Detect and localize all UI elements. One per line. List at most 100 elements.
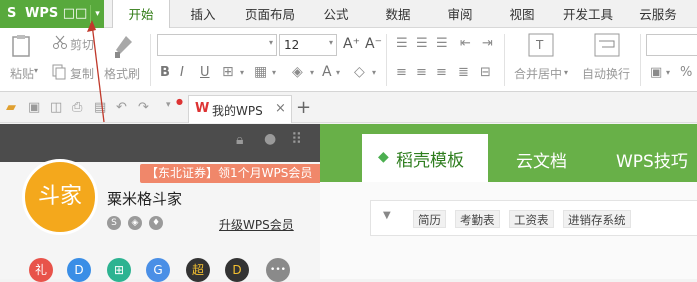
chevron-down-icon[interactable]: ▾ xyxy=(240,68,244,77)
more-icon[interactable]: ••• xyxy=(266,258,290,282)
promo-banner[interactable]: 【东北证券】领1个月WPS会员 xyxy=(140,164,320,183)
tab-formula[interactable]: 公式 xyxy=(314,0,358,28)
chevron-down-icon[interactable]: ▾ xyxy=(166,100,171,110)
gift-icon[interactable]: 礼 xyxy=(29,258,53,282)
chevron-down-icon[interactable]: ▾ xyxy=(272,68,276,77)
save-icon[interactable]: ▣ xyxy=(28,100,40,115)
chevron-down-icon[interactable]: ▾ xyxy=(329,38,333,47)
filter-chip-payroll[interactable]: 工资表 xyxy=(509,210,554,228)
align-right-icon[interactable]: ≡ xyxy=(436,65,447,80)
super-member-icon[interactable]: 超 xyxy=(186,258,210,282)
font-size-dropdown[interactable]: 12 ▾ xyxy=(279,34,337,56)
badge-shield-icon[interactable]: ◈ xyxy=(128,216,142,230)
filter-chip-resume[interactable]: 简历 xyxy=(413,210,446,228)
chevron-down-icon[interactable]: ▾ xyxy=(666,68,670,77)
indent-decrease-icon[interactable]: ⇤ xyxy=(460,36,471,51)
wrap-text-icon[interactable] xyxy=(594,33,620,57)
copy-icon[interactable] xyxy=(52,64,66,80)
align-bottom-icon[interactable]: ☰ xyxy=(436,36,448,51)
chevron-down-icon[interactable]: ▼ xyxy=(383,210,391,221)
wps-w-icon: W xyxy=(195,101,210,116)
tab-data[interactable]: 数据 xyxy=(376,0,420,28)
eraser-icon[interactable]: ◇ xyxy=(354,64,365,80)
tab-my-wps[interactable]: W 我的WPS × xyxy=(188,95,292,123)
paste-label[interactable]: 粘贴 xyxy=(10,65,34,82)
cell-style-icon[interactable]: ▦ xyxy=(254,64,267,80)
merge-center-label[interactable]: 合并居中 xyxy=(514,65,562,82)
tab-cloud-docs[interactable]: 云文档 xyxy=(516,147,567,172)
underline-button[interactable]: U xyxy=(200,65,210,80)
chevron-down-icon[interactable]: ▾ xyxy=(269,38,273,47)
g-app-icon[interactable]: G xyxy=(146,258,170,282)
distributed-icon[interactable]: ⊟ xyxy=(480,65,491,80)
group-divider xyxy=(640,34,641,86)
badge-vip-icon[interactable]: S xyxy=(107,216,121,230)
font-name-dropdown[interactable]: ▾ xyxy=(157,34,277,56)
wrap-text-label[interactable]: 自动换行 xyxy=(582,65,630,82)
new-tab-button[interactable]: + xyxy=(296,97,311,118)
tab-review[interactable]: 审阅 xyxy=(438,0,482,28)
scissors-icon[interactable] xyxy=(52,34,68,50)
upgrade-member-link[interactable]: 升级WPS会员 xyxy=(219,216,294,233)
grow-font-icon[interactable]: A⁺ xyxy=(343,36,360,52)
lock-icon[interactable]: 🔒︎ xyxy=(236,132,243,148)
annotation-arrow xyxy=(87,20,105,123)
percent-button[interactable]: % xyxy=(680,65,692,80)
template-filter-bar: ▼ 简历 考勤表 工资表 进销存系统 xyxy=(370,200,697,236)
tab-wps-tips[interactable]: WPS技巧 xyxy=(616,147,688,172)
group-divider xyxy=(504,34,505,86)
align-center-icon[interactable]: ≡ xyxy=(416,65,427,80)
tab-docer-templates-label: 稻壳模板 xyxy=(396,151,464,171)
tab-developer[interactable]: 开发工具 xyxy=(556,0,620,28)
filter-chip-attendance[interactable]: 考勤表 xyxy=(455,210,500,228)
docer-icon[interactable]: D xyxy=(67,258,91,282)
chat-icon[interactable]: ● xyxy=(264,131,276,147)
user-name: 粟米格斗家 xyxy=(107,190,183,208)
chevron-down-icon[interactable]: ▾ xyxy=(336,68,340,77)
tab-view[interactable]: 视图 xyxy=(500,0,544,28)
svg-text:T: T xyxy=(535,38,544,52)
print-preview-icon[interactable]: ◫ xyxy=(50,100,62,115)
indent-increase-icon[interactable]: ⇥ xyxy=(482,36,493,51)
align-top-icon[interactable]: ☰ xyxy=(396,36,408,51)
align-left-icon[interactable]: ≡ xyxy=(396,65,407,80)
tab-insert[interactable]: 插入 xyxy=(180,0,226,28)
paste-icon[interactable] xyxy=(10,34,32,58)
align-middle-icon[interactable]: ☰ xyxy=(416,36,428,51)
apps-grid-icon[interactable]: ⠿ xyxy=(291,130,302,148)
currency-icon[interactable]: ▣ xyxy=(650,65,662,80)
notification-dot-icon: ● xyxy=(176,97,183,106)
justify-icon[interactable]: ≣ xyxy=(458,65,469,80)
font-color-icon[interactable]: A xyxy=(322,64,332,80)
tab-page-layout[interactable]: 页面布局 xyxy=(236,0,304,28)
close-icon[interactable]: × xyxy=(275,101,286,116)
wps-logo-icon: S xyxy=(7,6,17,21)
italic-button[interactable]: I xyxy=(180,65,184,80)
redo-icon[interactable]: ↷ xyxy=(138,100,149,115)
doc-tab-label: 我的WPS xyxy=(212,104,263,118)
format-painter-icon[interactable] xyxy=(112,32,136,60)
filter-chip-inventory[interactable]: 进销存系统 xyxy=(563,210,631,228)
group-divider xyxy=(386,34,387,86)
d-member-icon[interactable]: D xyxy=(225,258,249,282)
avatar[interactable]: 斗家 xyxy=(22,159,98,235)
merge-center-icon[interactable]: T xyxy=(528,33,554,57)
bold-button[interactable]: B xyxy=(160,65,170,80)
open-folder-icon[interactable]: ▰ xyxy=(6,100,16,115)
fill-color-icon[interactable]: ◈ xyxy=(292,64,303,80)
chevron-down-icon[interactable]: ▾ xyxy=(564,68,568,77)
tab-docer-templates[interactable]: ◆ 稻壳模板 xyxy=(362,134,488,182)
shrink-font-icon[interactable]: A⁻ xyxy=(365,36,382,52)
tools-icon[interactable]: ⊞ xyxy=(107,258,131,282)
font-size-value: 12 xyxy=(284,38,300,52)
border-icon[interactable]: ⊞ xyxy=(222,64,234,80)
tab-home[interactable]: 开始 xyxy=(112,0,170,29)
chevron-down-icon[interactable]: ▾ xyxy=(372,68,376,77)
app-title: WPS □□ xyxy=(25,6,88,21)
undo-icon[interactable]: ↶ xyxy=(116,100,127,115)
tab-cloud-service[interactable]: 云服务 xyxy=(630,0,686,28)
badge-medal-icon[interactable]: ♦ xyxy=(149,216,163,230)
chevron-down-icon[interactable]: ▾ xyxy=(34,66,38,75)
chevron-down-icon[interactable]: ▾ xyxy=(310,68,314,77)
number-format-dropdown[interactable] xyxy=(646,34,697,56)
